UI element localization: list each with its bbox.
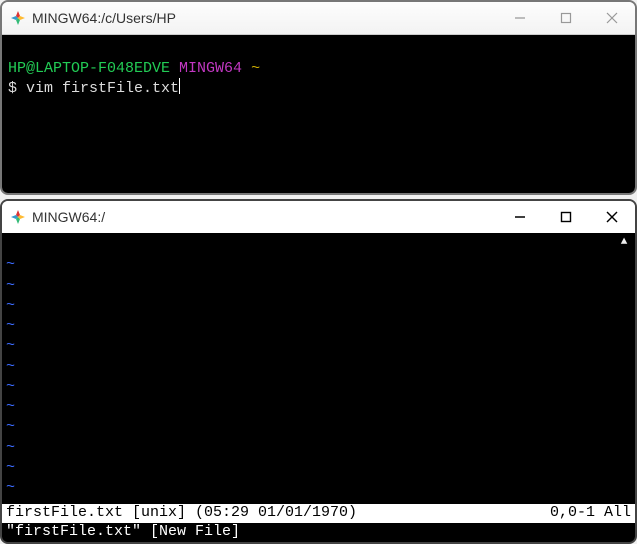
- terminal-body-1[interactable]: HP@LAPTOP-F048EDVE MINGW64 ~ $ vim first…: [2, 35, 635, 193]
- tilde-line: ~: [6, 378, 15, 395]
- vim-buffer: ~ ~ ~ ~ ~ ~ ~ ~ ~ ~ ~ ~: [2, 233, 635, 521]
- tilde-line: ~: [6, 398, 15, 415]
- window-title-2: MINGW64:/: [32, 209, 105, 225]
- prompt-path: ~: [251, 60, 260, 77]
- scroll-up-arrow[interactable]: ▲: [617, 235, 631, 249]
- window-controls-2: [497, 201, 635, 233]
- tilde-line: ~: [6, 256, 15, 273]
- command-text: vim firstFile.txt: [26, 80, 179, 97]
- tilde-line: ~: [6, 297, 15, 314]
- window-terminal-1: MINGW64:/c/Users/HP HP@LAPTOP-F048EDVE M…: [0, 0, 637, 195]
- footer-text: "firstFile.txt" [New File]: [6, 523, 240, 540]
- vim-status-line: firstFile.txt [unix] (05:29 01/01/1970) …: [2, 504, 635, 523]
- minimize-button[interactable]: [497, 2, 543, 34]
- minimize-button[interactable]: [497, 201, 543, 233]
- prompt-symbol: $: [8, 80, 17, 97]
- prompt-env: MINGW64: [179, 60, 242, 77]
- maximize-button[interactable]: [543, 201, 589, 233]
- tilde-line: ~: [6, 317, 15, 334]
- close-button[interactable]: [589, 2, 635, 34]
- titlebar-1[interactable]: MINGW64:/c/Users/HP: [2, 2, 635, 35]
- window-title-1: MINGW64:/c/Users/HP: [32, 10, 176, 26]
- status-right: 0,0-1 All: [550, 504, 631, 523]
- titlebar-2[interactable]: MINGW64:/: [2, 201, 635, 233]
- title-left-1: MINGW64:/c/Users/HP: [2, 10, 497, 26]
- prompt-user: HP@LAPTOP-F048EDVE: [8, 60, 170, 77]
- tilde-line: ~: [6, 418, 15, 435]
- window-controls-1: [497, 2, 635, 34]
- title-left-2: MINGW64:/: [2, 209, 497, 225]
- maximize-button[interactable]: [543, 2, 589, 34]
- app-icon: [10, 10, 26, 26]
- tilde-line: ~: [6, 337, 15, 354]
- window-terminal-2: MINGW64:/ ▲ ~ ~ ~ ~ ~ ~ ~ ~ ~ ~ ~ ~ firs…: [0, 199, 637, 544]
- close-button[interactable]: [589, 201, 635, 233]
- terminal-body-2[interactable]: ▲ ~ ~ ~ ~ ~ ~ ~ ~ ~ ~ ~ ~ firstFile.txt …: [2, 233, 635, 542]
- tilde-line: ~: [6, 277, 15, 294]
- tilde-line: ~: [6, 479, 15, 496]
- status-left: firstFile.txt [unix] (05:29 01/01/1970): [6, 504, 357, 523]
- tilde-line: ~: [6, 358, 15, 375]
- cursor: [179, 78, 180, 94]
- vim-command-line: "firstFile.txt" [New File]: [2, 523, 635, 542]
- app-icon: [10, 209, 26, 225]
- tilde-line: ~: [6, 459, 15, 476]
- tilde-line: ~: [6, 439, 15, 456]
